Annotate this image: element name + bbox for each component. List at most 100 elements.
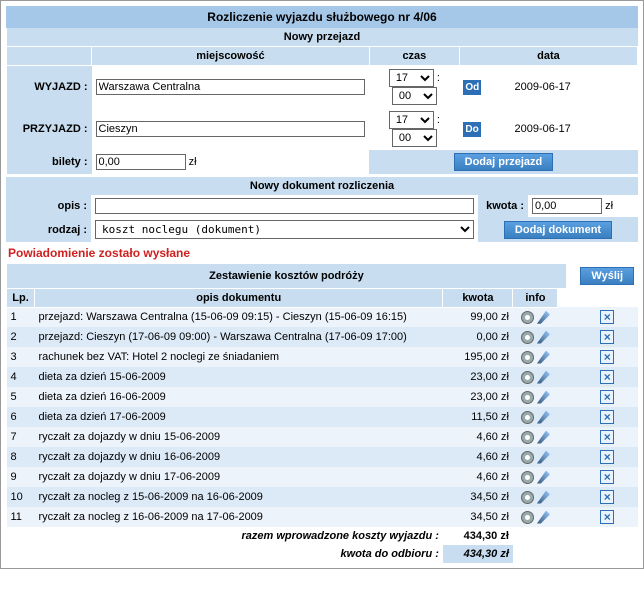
kwota-input[interactable]: [532, 198, 602, 214]
edit-icon[interactable]: [537, 351, 550, 364]
notice-text: Powiadomienie zostało wysłane: [6, 242, 638, 264]
cell-kwota: 34,50 zł: [443, 507, 513, 527]
edit-icon[interactable]: [537, 411, 550, 424]
opis-input[interactable]: [95, 198, 474, 214]
cell-kwota: 23,00 zł: [443, 387, 513, 407]
cell-lp: 11: [7, 507, 35, 527]
view-icon[interactable]: [521, 331, 534, 344]
cell-opis: dieta za dzień 15-06-2009: [35, 367, 443, 387]
cell-opis: ryczałt za nocleg z 15-06-2009 na 16-06-…: [35, 487, 443, 507]
view-icon[interactable]: [521, 511, 534, 524]
zl-label-2: zł: [605, 200, 613, 212]
wyjazd-hour-select[interactable]: 17: [389, 69, 434, 87]
edit-icon[interactable]: [537, 391, 550, 404]
view-icon[interactable]: [521, 391, 534, 404]
cell-lp: 9: [7, 467, 35, 487]
edit-icon[interactable]: [537, 491, 550, 504]
view-icon[interactable]: [521, 371, 534, 384]
edit-icon[interactable]: [537, 431, 550, 444]
delete-icon[interactable]: ×: [600, 510, 614, 524]
cell-lp: 8: [7, 447, 35, 467]
cell-lp: 2: [7, 327, 35, 347]
cell-lp: 1: [7, 307, 35, 327]
dodaj-dokument-button[interactable]: Dodaj dokument: [504, 221, 612, 239]
cell-opis: przejazd: Warszawa Centralna (15-06-09 0…: [35, 307, 443, 327]
th-opis: opis dokumentu: [35, 288, 443, 307]
delete-icon[interactable]: ×: [600, 430, 614, 444]
przyjazd-hour-select[interactable]: 17: [389, 111, 434, 129]
delete-icon[interactable]: ×: [600, 450, 614, 464]
cell-lp: 4: [7, 367, 35, 387]
delete-icon[interactable]: ×: [600, 330, 614, 344]
th-info: info: [513, 288, 558, 307]
col-miejscowosc: miejscowość: [92, 47, 370, 66]
cell-opis: rachunek bez VAT: Hotel 2 noclegi ze śni…: [35, 347, 443, 367]
sum2-value: 434,30 zł: [443, 545, 513, 563]
delete-icon[interactable]: ×: [600, 370, 614, 384]
od-badge[interactable]: Od: [463, 80, 481, 95]
col-data: data: [459, 47, 637, 66]
rodzaj-label: rodzaj :: [6, 217, 91, 242]
page-title: Rozliczenie wyjazdu służbowego nr 4/06: [6, 6, 638, 28]
view-icon[interactable]: [521, 431, 534, 444]
cell-lp: 6: [7, 407, 35, 427]
th-lp: Lp.: [7, 288, 35, 307]
view-icon[interactable]: [521, 471, 534, 484]
cell-lp: 5: [7, 387, 35, 407]
delete-icon[interactable]: ×: [600, 390, 614, 404]
przyjazd-min-select[interactable]: 00: [392, 129, 437, 147]
view-icon[interactable]: [521, 351, 534, 364]
bilety-label: bilety :: [7, 150, 92, 174]
th-kwota: kwota: [443, 288, 513, 307]
sum1-label: razem wprowadzone koszty wyjazdu :: [7, 527, 443, 545]
cell-kwota: 11,50 zł: [443, 407, 513, 427]
cell-kwota: 23,00 zł: [443, 367, 513, 387]
edit-icon[interactable]: [537, 451, 550, 464]
wyslij-button[interactable]: Wyślij: [580, 267, 634, 285]
view-icon[interactable]: [521, 311, 534, 324]
cell-kwota: 4,60 zł: [443, 447, 513, 467]
wyjazd-label: WYJAZD :: [7, 66, 92, 109]
bilety-input[interactable]: [96, 154, 186, 170]
sum1-value: 434,30 zł: [443, 527, 513, 545]
wyjazd-input[interactable]: [96, 79, 366, 95]
view-icon[interactable]: [521, 451, 534, 464]
cell-kwota: 0,00 zł: [443, 327, 513, 347]
delete-icon[interactable]: ×: [600, 350, 614, 364]
cell-lp: 3: [7, 347, 35, 367]
delete-icon[interactable]: ×: [600, 490, 614, 504]
delete-icon[interactable]: ×: [600, 470, 614, 484]
view-icon[interactable]: [521, 491, 534, 504]
cell-opis: ryczałt za dojazdy w dniu 17-06-2009: [35, 467, 443, 487]
do-badge[interactable]: Do: [463, 122, 480, 137]
delete-icon[interactable]: ×: [600, 310, 614, 324]
edit-icon[interactable]: [537, 511, 550, 524]
rodzaj-select[interactable]: koszt noclegu (dokument): [95, 220, 474, 239]
wyjazd-date: 2009-06-17: [511, 66, 638, 109]
cell-kwota: 4,60 zł: [443, 427, 513, 447]
delete-icon[interactable]: ×: [600, 410, 614, 424]
cell-opis: dieta za dzień 17-06-2009: [35, 407, 443, 427]
cell-kwota: 4,60 zł: [443, 467, 513, 487]
przyjazd-input[interactable]: [96, 121, 366, 137]
dodaj-przejazd-button[interactable]: Dodaj przejazd: [454, 153, 554, 171]
section-zestawienie: Zestawienie kosztów podróży: [7, 264, 567, 288]
view-icon[interactable]: [521, 411, 534, 424]
edit-icon[interactable]: [537, 331, 550, 344]
edit-icon[interactable]: [537, 371, 550, 384]
wyjazd-min-select[interactable]: 00: [392, 87, 437, 105]
opis-label: opis :: [6, 195, 91, 217]
cell-opis: ryczałt za nocleg z 16-06-2009 na 17-06-…: [35, 507, 443, 527]
cell-opis: przejazd: Cieszyn (17-06-09 09:00) - War…: [35, 327, 443, 347]
sum2-label: kwota do odbioru :: [7, 545, 443, 563]
section-przejazd: Nowy przejazd: [7, 28, 638, 47]
cell-opis: ryczałt za dojazdy w dniu 16-06-2009: [35, 447, 443, 467]
przyjazd-label: PRZYJAZD :: [7, 108, 92, 150]
zl-label: zł: [189, 156, 197, 168]
edit-icon[interactable]: [537, 471, 550, 484]
col-czas: czas: [369, 47, 459, 66]
cell-opis: dieta za dzień 16-06-2009: [35, 387, 443, 407]
cell-opis: ryczałt za dojazdy w dniu 15-06-2009: [35, 427, 443, 447]
cell-kwota: 99,00 zł: [443, 307, 513, 327]
edit-icon[interactable]: [537, 311, 550, 324]
